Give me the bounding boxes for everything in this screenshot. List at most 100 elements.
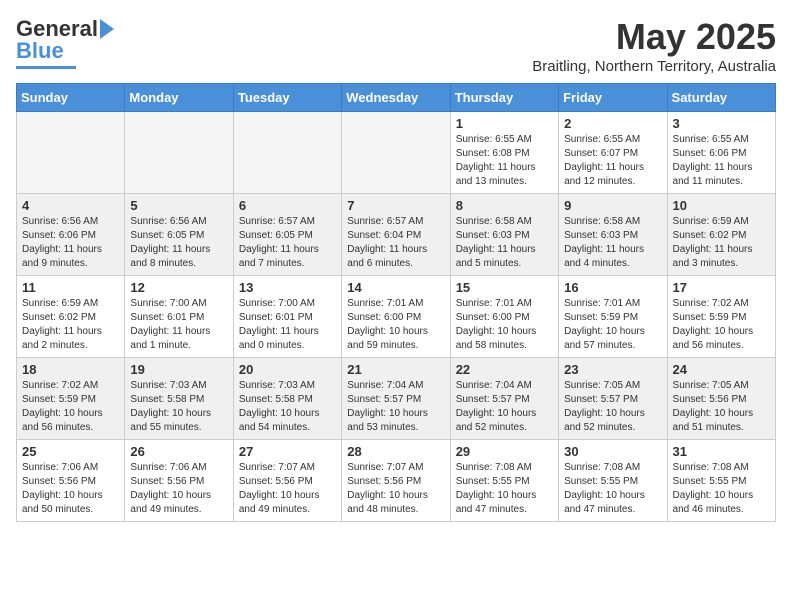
calendar-day-cell: 20 Sunrise: 7:03 AMSunset: 5:58 PMDayligh… <box>233 358 341 440</box>
day-number: 18 <box>22 362 119 377</box>
day-info: Sunrise: 7:05 AMSunset: 5:57 PMDaylight:… <box>564 379 661 435</box>
day-number: 5 <box>130 198 227 213</box>
logo-arrow-icon <box>100 19 114 39</box>
calendar-day-cell: 7Sunrise: 6:57 AMSunset: 6:04 PMDaylight… <box>342 194 450 276</box>
calendar-week-row: 25 Sunrise: 7:06 AMSunset: 5:56 PMDayligh… <box>17 440 776 522</box>
day-info: Sunrise: 7:06 AMSunset: 5:56 PMDaylight:… <box>22 461 119 517</box>
day-info: Sunrise: 6:58 AMSunset: 6:03 PMDaylight:… <box>564 215 661 271</box>
calendar-day-cell: 27 Sunrise: 7:07 AMSunset: 5:56 PMDayligh… <box>233 440 341 522</box>
calendar-week-row: 11Sunrise: 6:59 AMSunset: 6:02 PMDayligh… <box>17 276 776 358</box>
day-info: Sunrise: 6:55 AMSunset: 6:06 PMDaylight:… <box>673 133 770 189</box>
day-number: 24 <box>673 362 770 377</box>
calendar-day-cell: 19 Sunrise: 7:03 AMSunset: 5:58 PMDayligh… <box>125 358 233 440</box>
day-number: 23 <box>564 362 661 377</box>
day-info: Sunrise: 7:06 AMSunset: 5:56 PMDaylight:… <box>130 461 227 517</box>
day-info: Sunrise: 6:57 AMSunset: 6:04 PMDaylight:… <box>347 215 444 271</box>
title-block: May 2025 Braitling, Northern Territory, … <box>532 16 776 75</box>
calendar-day-cell <box>233 112 341 194</box>
location-title: Braitling, Northern Territory, Australia <box>532 58 776 75</box>
page-header: General Blue May 2025 Braitling, Norther… <box>16 16 776 75</box>
weekday-header-tuesday: Tuesday <box>233 84 341 112</box>
day-info: Sunrise: 7:08 AMSunset: 5:55 PMDaylight:… <box>456 461 553 517</box>
day-info: Sunrise: 7:03 AMSunset: 5:58 PMDaylight:… <box>239 379 336 435</box>
calendar-day-cell: 5 Sunrise: 6:56 AMSunset: 6:05 PMDaylight… <box>125 194 233 276</box>
weekday-header-saturday: Saturday <box>667 84 775 112</box>
calendar-day-cell: 8 Sunrise: 6:58 AMSunset: 6:03 PMDaylight… <box>450 194 558 276</box>
day-number: 12 <box>130 280 227 295</box>
calendar-week-row: 4 Sunrise: 6:56 AMSunset: 6:06 PMDaylight… <box>17 194 776 276</box>
calendar-day-cell: 11Sunrise: 6:59 AMSunset: 6:02 PMDayligh… <box>17 276 125 358</box>
day-number: 15 <box>456 280 553 295</box>
day-info: Sunrise: 7:08 AMSunset: 5:55 PMDaylight:… <box>564 461 661 517</box>
day-info: Sunrise: 7:01 AMSunset: 6:00 PMDaylight:… <box>347 297 444 353</box>
day-info: Sunrise: 6:56 AMSunset: 6:05 PMDaylight:… <box>130 215 227 271</box>
calendar-day-cell: 17 Sunrise: 7:02 AMSunset: 5:59 PMDayligh… <box>667 276 775 358</box>
calendar-table: SundayMondayTuesdayWednesdayThursdayFrid… <box>16 83 776 522</box>
weekday-header-monday: Monday <box>125 84 233 112</box>
calendar-day-cell: 29Sunrise: 7:08 AMSunset: 5:55 PMDayligh… <box>450 440 558 522</box>
calendar-day-cell: 28 Sunrise: 7:07 AMSunset: 5:56 PMDayligh… <box>342 440 450 522</box>
calendar-day-cell: 4 Sunrise: 6:56 AMSunset: 6:06 PMDaylight… <box>17 194 125 276</box>
day-number: 26 <box>130 444 227 459</box>
day-info: Sunrise: 6:57 AMSunset: 6:05 PMDaylight:… <box>239 215 336 271</box>
day-number: 28 <box>347 444 444 459</box>
day-info: Sunrise: 7:00 AMSunset: 6:01 PMDaylight:… <box>239 297 336 353</box>
calendar-day-cell: 10 Sunrise: 6:59 AMSunset: 6:02 PMDayligh… <box>667 194 775 276</box>
calendar-day-cell: 24Sunrise: 7:05 AMSunset: 5:56 PMDayligh… <box>667 358 775 440</box>
day-info: Sunrise: 7:01 AMSunset: 6:00 PMDaylight:… <box>456 297 553 353</box>
calendar-day-cell: 18 Sunrise: 7:02 AMSunset: 5:59 PMDayligh… <box>17 358 125 440</box>
day-info: Sunrise: 6:59 AMSunset: 6:02 PMDaylight:… <box>22 297 119 353</box>
day-number: 22 <box>456 362 553 377</box>
day-number: 6 <box>239 198 336 213</box>
calendar-day-cell <box>125 112 233 194</box>
day-info: Sunrise: 7:08 AMSunset: 5:55 PMDaylight:… <box>673 461 770 517</box>
day-number: 25 <box>22 444 119 459</box>
day-number: 4 <box>22 198 119 213</box>
day-info: Sunrise: 7:00 AMSunset: 6:01 PMDaylight:… <box>130 297 227 353</box>
logo-text-blue: Blue <box>16 38 64 64</box>
calendar-day-cell: 2Sunrise: 6:55 AMSunset: 6:07 PMDaylight… <box>559 112 667 194</box>
day-info: Sunrise: 7:02 AMSunset: 5:59 PMDaylight:… <box>673 297 770 353</box>
day-number: 20 <box>239 362 336 377</box>
day-info: Sunrise: 7:07 AMSunset: 5:56 PMDaylight:… <box>239 461 336 517</box>
weekday-header-wednesday: Wednesday <box>342 84 450 112</box>
day-info: Sunrise: 7:04 AMSunset: 5:57 PMDaylight:… <box>456 379 553 435</box>
calendar-day-cell: 16 Sunrise: 7:01 AMSunset: 5:59 PMDayligh… <box>559 276 667 358</box>
day-info: Sunrise: 7:01 AMSunset: 5:59 PMDaylight:… <box>564 297 661 353</box>
day-info: Sunrise: 6:59 AMSunset: 6:02 PMDaylight:… <box>673 215 770 271</box>
calendar-day-cell: 26 Sunrise: 7:06 AMSunset: 5:56 PMDayligh… <box>125 440 233 522</box>
day-info: Sunrise: 7:03 AMSunset: 5:58 PMDaylight:… <box>130 379 227 435</box>
day-number: 10 <box>673 198 770 213</box>
calendar-day-cell: 31 Sunrise: 7:08 AMSunset: 5:55 PMDayligh… <box>667 440 775 522</box>
calendar-day-cell: 6 Sunrise: 6:57 AMSunset: 6:05 PMDaylight… <box>233 194 341 276</box>
day-info: Sunrise: 7:02 AMSunset: 5:59 PMDaylight:… <box>22 379 119 435</box>
calendar-day-cell: 14 Sunrise: 7:01 AMSunset: 6:00 PMDayligh… <box>342 276 450 358</box>
calendar-day-cell: 21 Sunrise: 7:04 AMSunset: 5:57 PMDayligh… <box>342 358 450 440</box>
calendar-day-cell: 30Sunrise: 7:08 AMSunset: 5:55 PMDayligh… <box>559 440 667 522</box>
day-number: 2 <box>564 116 661 131</box>
day-number: 19 <box>130 362 227 377</box>
day-number: 16 <box>564 280 661 295</box>
day-number: 17 <box>673 280 770 295</box>
day-info: Sunrise: 6:56 AMSunset: 6:06 PMDaylight:… <box>22 215 119 271</box>
day-number: 3 <box>673 116 770 131</box>
calendar-day-cell: 12 Sunrise: 7:00 AMSunset: 6:01 PMDayligh… <box>125 276 233 358</box>
weekday-header-thursday: Thursday <box>450 84 558 112</box>
weekday-header-sunday: Sunday <box>17 84 125 112</box>
calendar-day-cell <box>17 112 125 194</box>
weekday-header-row: SundayMondayTuesdayWednesdayThursdayFrid… <box>17 84 776 112</box>
day-info: Sunrise: 6:58 AMSunset: 6:03 PMDaylight:… <box>456 215 553 271</box>
day-number: 31 <box>673 444 770 459</box>
calendar-day-cell: 15 Sunrise: 7:01 AMSunset: 6:00 PMDayligh… <box>450 276 558 358</box>
calendar-week-row: 1Sunrise: 6:55 AMSunset: 6:08 PMDaylight… <box>17 112 776 194</box>
day-info: Sunrise: 7:04 AMSunset: 5:57 PMDaylight:… <box>347 379 444 435</box>
month-title: May 2025 <box>532 16 776 58</box>
day-info: Sunrise: 7:07 AMSunset: 5:56 PMDaylight:… <box>347 461 444 517</box>
calendar-day-cell: 3 Sunrise: 6:55 AMSunset: 6:06 PMDaylight… <box>667 112 775 194</box>
day-number: 1 <box>456 116 553 131</box>
day-number: 21 <box>347 362 444 377</box>
day-number: 14 <box>347 280 444 295</box>
calendar-week-row: 18 Sunrise: 7:02 AMSunset: 5:59 PMDayligh… <box>17 358 776 440</box>
day-number: 8 <box>456 198 553 213</box>
day-number: 27 <box>239 444 336 459</box>
